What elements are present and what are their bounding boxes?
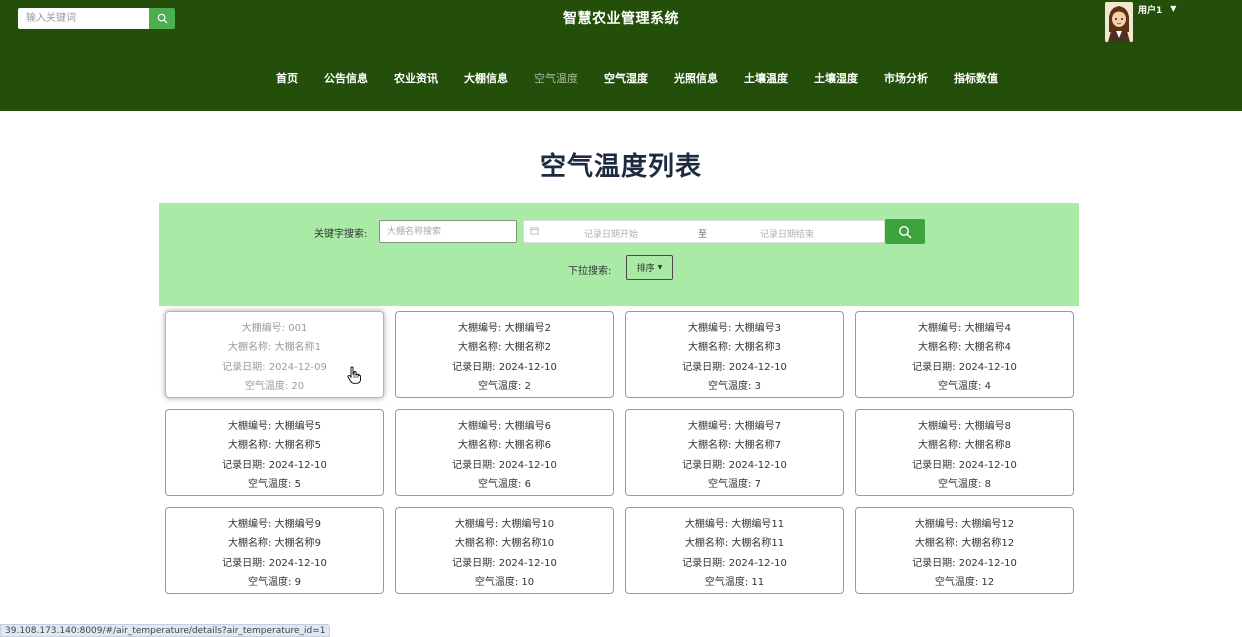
card-greenhouse-name: 大棚名称: 大棚名称2 <box>458 342 551 353</box>
card-record-date: 记录日期: 2024-12-10 <box>912 362 1017 373</box>
card-greenhouse-name: 大棚名称: 大棚名称7 <box>688 440 781 451</box>
card-greenhouse-name: 大棚名称: 大棚名称10 <box>454 538 555 549</box>
card-record-date: 记录日期: 2024-12-10 <box>682 460 787 471</box>
caret-down-icon: ▼ <box>657 264 663 271</box>
date-separator: 至 <box>698 230 708 240</box>
caret-down-icon[interactable]: ▼ <box>1170 4 1176 13</box>
air-temperature-card[interactable]: 大棚编号: 001 大棚名称: 大棚名称1 记录日期: 2024-12-09 空气温度… <box>165 311 384 398</box>
card-greenhouse-name: 大棚名称: 大棚名称8 <box>918 440 1011 451</box>
air-temperature-card[interactable]: 大棚编号: 大棚编号3 大棚名称: 大棚名称3 记录日期: 2024-12-10 空气… <box>625 311 844 398</box>
sort-dropdown-button[interactable]: 排序 ▼ <box>626 255 673 280</box>
card-record-date: 记录日期: 2024-12-10 <box>682 362 787 373</box>
card-greenhouse-id: 大棚编号: 大棚编号9 <box>228 519 321 530</box>
air-temperature-card[interactable]: 大棚编号: 大棚编号6 大棚名称: 大棚名称6 记录日期: 2024-12-10 空气… <box>395 409 614 496</box>
site-title: 智慧农业管理系统 <box>563 11 679 27</box>
card-air-temperature: 空气温度: 10 <box>474 577 535 588</box>
nav-item-soil-humidity[interactable]: 土壤湿度 <box>814 70 858 86</box>
card-air-temperature: 空气温度: 8 <box>938 479 991 490</box>
date-end-placeholder[interactable]: 记录日期结束 <box>760 227 814 240</box>
search-button[interactable] <box>885 219 925 244</box>
card-greenhouse-name: 大棚名称: 大棚名称12 <box>914 538 1015 549</box>
page-title: 空气温度列表 <box>539 152 702 182</box>
card-greenhouse-id: 大棚编号: 001 <box>241 323 308 334</box>
date-range-picker[interactable]: 记录日期开始 至 记录日期结束 <box>523 220 885 243</box>
status-bar-url: 39.108.173.140:8009/#/air_temperature/de… <box>0 624 331 637</box>
card-greenhouse-id: 大棚编号: 大棚编号7 <box>688 421 781 432</box>
calendar-icon <box>530 226 539 238</box>
air-temperature-card[interactable]: 大棚编号: 大棚编号2 大棚名称: 大棚名称2 记录日期: 2024-12-10 空气… <box>395 311 614 398</box>
card-greenhouse-name: 大棚名称: 大棚名称1 <box>228 342 321 353</box>
card-record-date: 记录日期: 2024-12-10 <box>452 362 557 373</box>
card-greenhouse-name: 大棚名称: 大棚名称11 <box>684 538 785 549</box>
card-record-date: 记录日期: 2024-12-10 <box>452 460 557 471</box>
card-record-date: 记录日期: 2024-12-10 <box>912 460 1017 471</box>
card-air-temperature: 空气温度: 5 <box>248 479 301 490</box>
keyword-label: 关键字搜索: <box>314 229 368 240</box>
nav-item-agri-news[interactable]: 农业资讯 <box>394 70 438 86</box>
nav-item-greenhouse[interactable]: 大棚信息 <box>464 70 508 86</box>
air-temperature-card[interactable]: 大棚编号: 大棚编号4 大棚名称: 大棚名称4 记录日期: 2024-12-10 空气… <box>855 311 1074 398</box>
user-name[interactable]: 用户1 <box>1138 3 1162 16</box>
air-temperature-card[interactable]: 大棚编号: 大棚编号5 大棚名称: 大棚名称5 记录日期: 2024-12-10 空气… <box>165 409 384 496</box>
card-greenhouse-name: 大棚名称: 大棚名称5 <box>228 440 321 451</box>
nav-item-soil-temperature[interactable]: 土壤温度 <box>744 70 788 86</box>
search-icon <box>898 225 912 238</box>
card-air-temperature: 空气温度: 9 <box>248 577 301 588</box>
nav-item-market-analysis[interactable]: 市场分析 <box>884 70 928 86</box>
card-greenhouse-id: 大棚编号: 大棚编号11 <box>684 519 785 530</box>
card-greenhouse-name: 大棚名称: 大棚名称4 <box>918 342 1011 353</box>
hand-pointer-icon <box>347 366 361 384</box>
card-greenhouse-id: 大棚编号: 大棚编号6 <box>458 421 551 432</box>
card-record-date: 记录日期: 2024-12-10 <box>912 558 1017 569</box>
air-temperature-card[interactable]: 大棚编号: 大棚编号12 大棚名称: 大棚名称12 记录日期: 2024-12-10… <box>855 507 1074 594</box>
card-record-date: 记录日期: 2024-12-10 <box>222 558 327 569</box>
card-greenhouse-id: 大棚编号: 大棚编号8 <box>918 421 1011 432</box>
card-greenhouse-name: 大棚名称: 大棚名称6 <box>458 440 551 451</box>
card-greenhouse-name: 大棚名称: 大棚名称9 <box>228 538 321 549</box>
keyword-input[interactable] <box>379 220 517 243</box>
card-greenhouse-id: 大棚编号: 大棚编号3 <box>688 323 781 334</box>
card-greenhouse-name: 大棚名称: 大棚名称3 <box>688 342 781 353</box>
date-start-placeholder[interactable]: 记录日期开始 <box>584 227 638 240</box>
card-greenhouse-id: 大棚编号: 大棚编号2 <box>458 323 551 334</box>
card-air-temperature: 空气温度: 3 <box>708 381 761 392</box>
user-menu[interactable]: 用户1 ▼ <box>1105 2 1176 42</box>
air-temperature-card[interactable]: 大棚编号: 大棚编号10 大棚名称: 大棚名称10 记录日期: 2024-12-10… <box>395 507 614 594</box>
sort-label: 下拉搜索: <box>568 266 612 277</box>
card-air-temperature: 空气温度: 11 <box>704 577 765 588</box>
main-nav: 首页 公告信息 农业资讯 大棚信息 空气温度 空气湿度 光照信息 土壤温度 土壤… <box>276 70 1024 86</box>
card-record-date: 记录日期: 2024-12-10 <box>222 460 327 471</box>
card-greenhouse-id: 大棚编号: 大棚编号12 <box>914 519 1015 530</box>
nav-item-indicator-values[interactable]: 指标数值 <box>954 70 998 86</box>
card-record-date: 记录日期: 2024-12-10 <box>452 558 557 569</box>
card-air-temperature: 空气温度: 7 <box>708 479 761 490</box>
air-temperature-card[interactable]: 大棚编号: 大棚编号9 大棚名称: 大棚名称9 记录日期: 2024-12-10 空气… <box>165 507 384 594</box>
card-air-temperature: 空气温度: 2 <box>478 381 531 392</box>
card-air-temperature: 空气温度: 12 <box>934 577 995 588</box>
card-greenhouse-id: 大棚编号: 大棚编号10 <box>454 519 555 530</box>
card-air-temperature: 空气温度: 4 <box>938 381 991 392</box>
card-greenhouse-id: 大棚编号: 大棚编号5 <box>228 421 321 432</box>
nav-item-light[interactable]: 光照信息 <box>674 70 718 86</box>
sort-button-label: 排序 <box>636 264 655 274</box>
nav-item-home[interactable]: 首页 <box>276 70 298 86</box>
nav-item-air-temperature[interactable]: 空气温度 <box>534 70 578 86</box>
nav-item-announcements[interactable]: 公告信息 <box>324 70 368 86</box>
air-temperature-card[interactable]: 大棚编号: 大棚编号7 大棚名称: 大棚名称7 记录日期: 2024-12-10 空气… <box>625 409 844 496</box>
avatar[interactable] <box>1105 2 1133 42</box>
air-temperature-card[interactable]: 大棚编号: 大棚编号11 大棚名称: 大棚名称11 记录日期: 2024-12-10… <box>625 507 844 594</box>
air-temperature-card[interactable]: 大棚编号: 大棚编号8 大棚名称: 大棚名称8 记录日期: 2024-12-10 空气… <box>855 409 1074 496</box>
nav-item-air-humidity[interactable]: 空气湿度 <box>604 70 648 86</box>
card-record-date: 记录日期: 2024-12-10 <box>682 558 787 569</box>
filter-panel: 关键字搜索: 记录日期开始 至 记录日期结束 下拉搜索: 排序 ▼ <box>159 203 1079 306</box>
card-air-temperature: 空气温度: 6 <box>478 479 531 490</box>
card-greenhouse-id: 大棚编号: 大棚编号4 <box>918 323 1011 334</box>
top-header: 智慧农业管理系统 用户1 ▼ 首页 公告信息 农业资讯 大棚信息 空气温度 空气… <box>0 0 1242 111</box>
